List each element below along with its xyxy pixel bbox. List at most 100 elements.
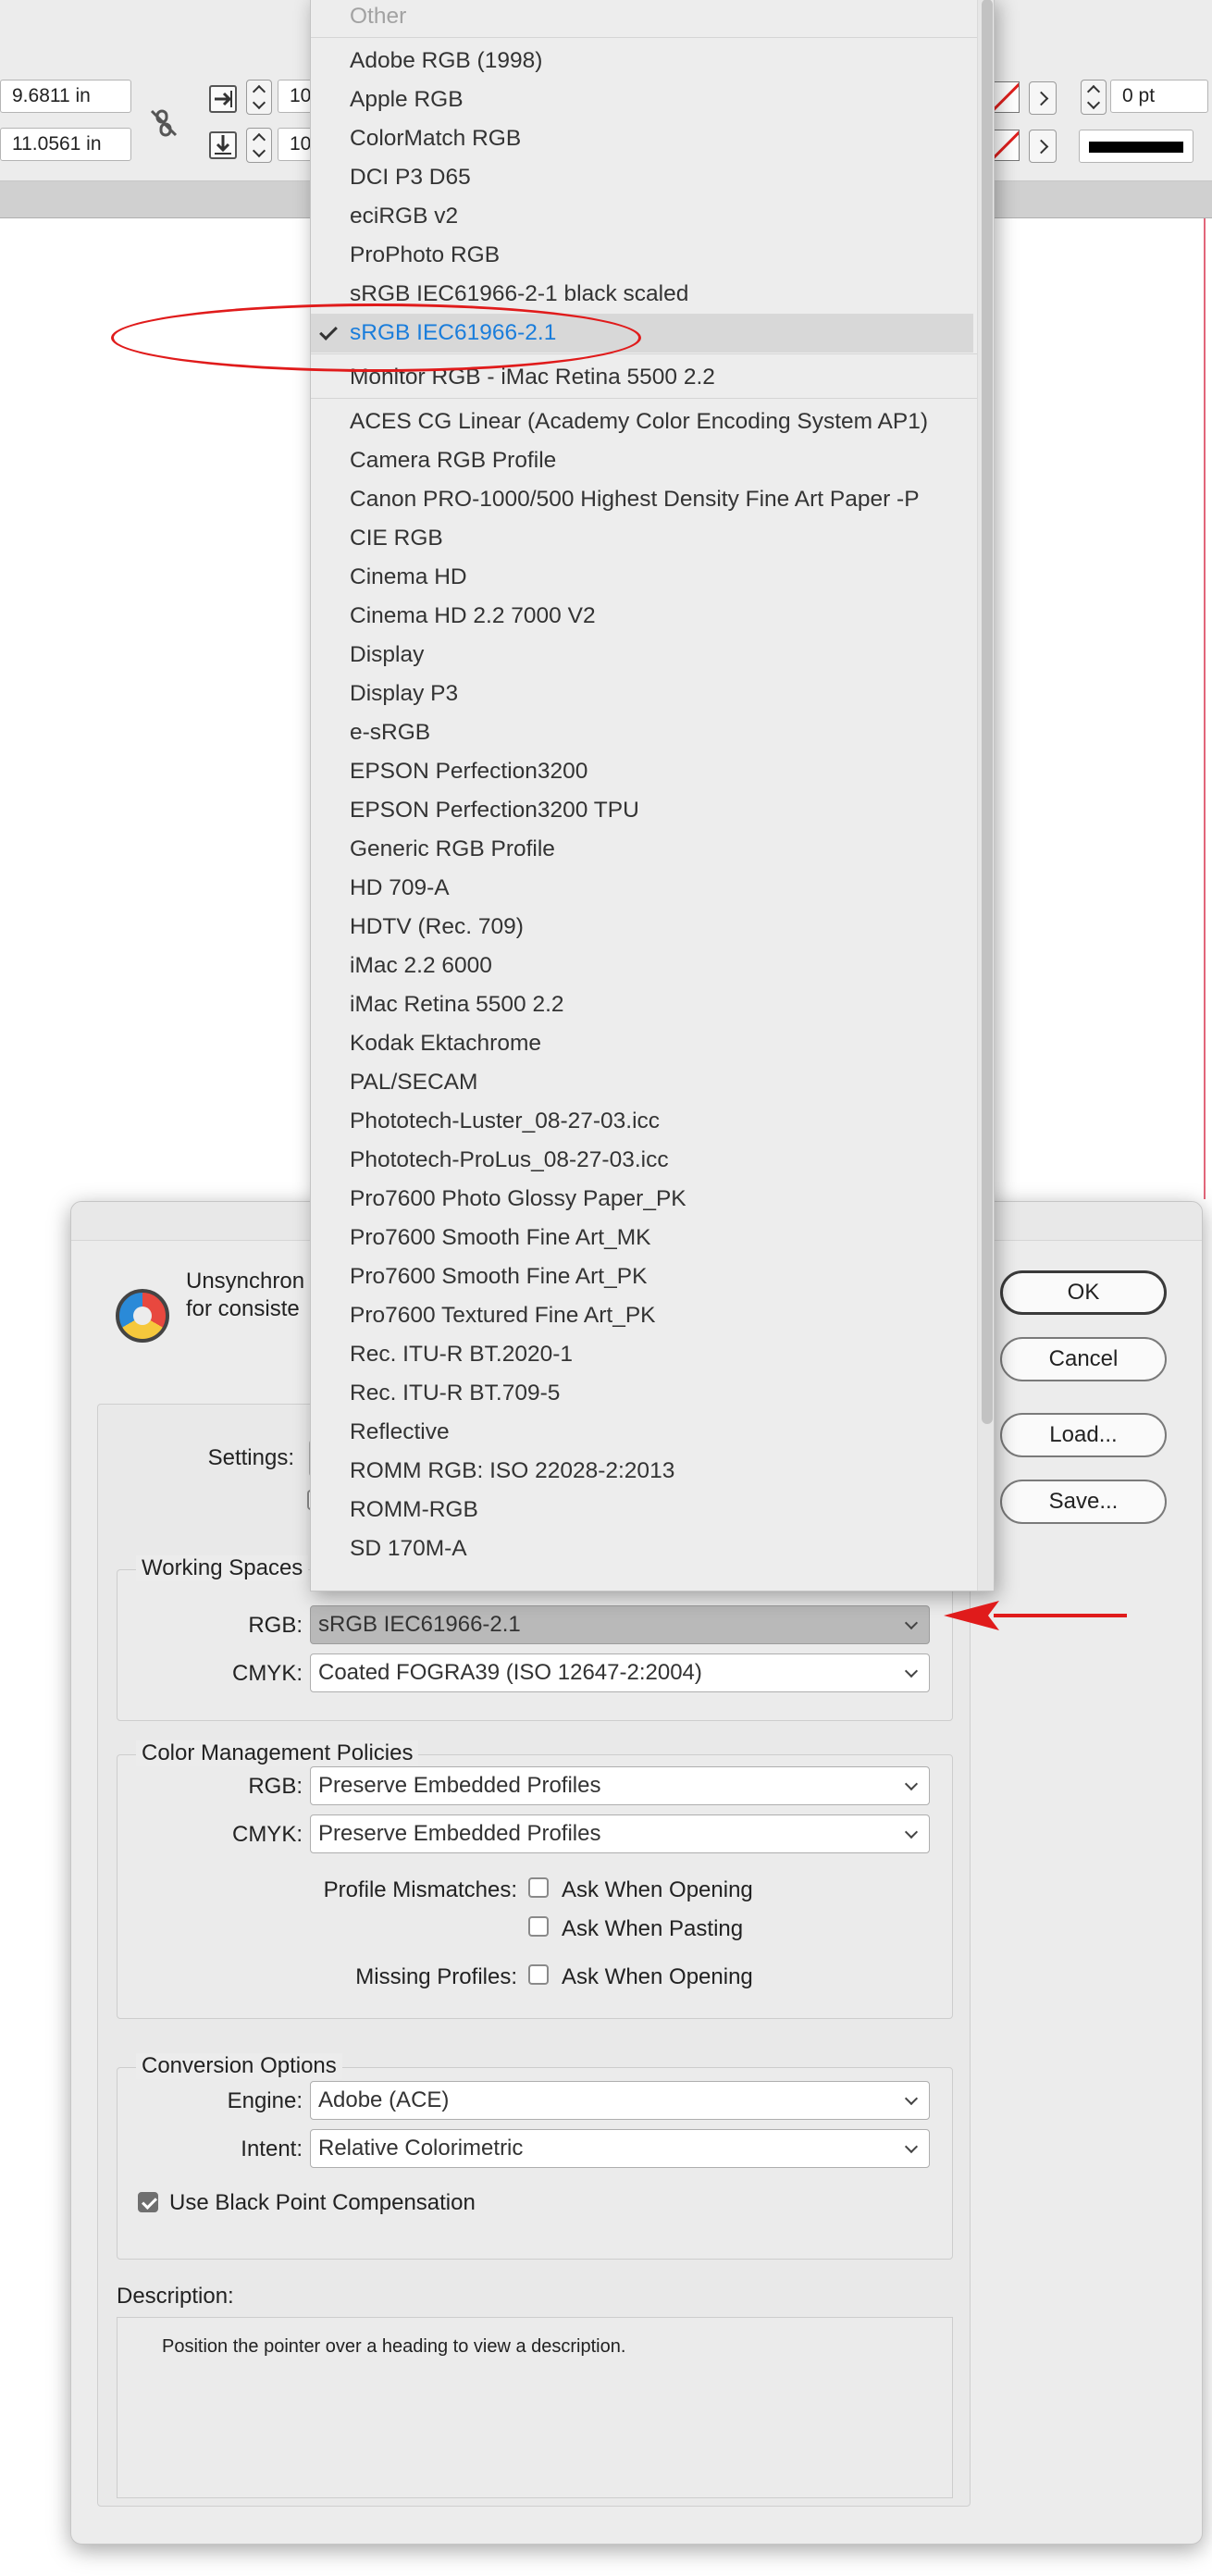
chevron-down-icon [904, 1777, 919, 1791]
menu-item[interactable]: Cinema HD 2.2 7000 V2 [311, 597, 973, 636]
menu-item[interactable]: Reflective [311, 1413, 973, 1452]
menu-item[interactable]: ProPhoto RGB [311, 236, 973, 275]
ws-rgb-value: sRGB IEC61966-2.1 [318, 1612, 521, 1637]
width-field[interactable]: 9.6811 in [0, 80, 131, 113]
menu-item[interactable]: HDTV (Rec. 709) [311, 908, 973, 947]
engine-value: Adobe (ACE) [318, 2087, 450, 2112]
ask-pasting-label: Ask When Pasting [562, 1916, 744, 1941]
highlight-ellipse [111, 303, 641, 372]
menu-separator [311, 37, 977, 38]
intent-value: Relative Colorimetric [318, 2136, 524, 2161]
menu-item[interactable]: Phototech-ProLus_08-27-03.icc [311, 1141, 973, 1180]
menu-item[interactable]: Phototech-Luster_08-27-03.icc [311, 1102, 973, 1141]
color-settings-logo-icon [116, 1289, 169, 1343]
fill-menu-arrow[interactable] [1029, 81, 1057, 115]
menu-item[interactable]: ColorMatch RGB [311, 119, 973, 158]
page-guide-line [1204, 218, 1206, 1199]
menu-item[interactable]: EPSON Perfection3200 [311, 752, 973, 791]
menu-item[interactable]: Pro7600 Smooth Fine Art_MK [311, 1219, 973, 1257]
menu-item[interactable]: CIE RGB [311, 519, 973, 558]
working-spaces-group: Working Spaces RGB: sRGB IEC61966-2.1 CM… [117, 1555, 953, 1721]
menu-item[interactable]: Pro7600 Textured Fine Art_PK [311, 1296, 973, 1335]
menu-item[interactable]: Camera RGB Profile [311, 441, 973, 480]
transform-y-icon[interactable] [209, 131, 237, 159]
settings-label: Settings: [207, 1445, 294, 1470]
menu-scrollbar[interactable] [977, 0, 994, 1591]
intent-select[interactable]: Relative Colorimetric [310, 2129, 930, 2168]
height-field[interactable]: 11.0561 in [0, 128, 131, 161]
cancel-button[interactable]: Cancel [1000, 1337, 1167, 1381]
ws-cmyk-value: Coated FOGRA39 (ISO 12647-2:2004) [318, 1660, 702, 1685]
menu-item[interactable]: SD 170M-A [311, 1530, 973, 1568]
engine-select[interactable]: Adobe (ACE) [310, 2081, 930, 2120]
save-button[interactable]: Save... [1000, 1480, 1167, 1524]
policy-rgb-value: Preserve Embedded Profiles [318, 1773, 601, 1798]
stroke-weight-field[interactable]: 0 pt [1110, 80, 1208, 113]
conversion-title: Conversion Options [136, 2053, 342, 2079]
ok-button[interactable]: OK [1000, 1270, 1167, 1315]
constrain-proportions-icon[interactable] [148, 107, 179, 139]
stroke-menu-arrow[interactable] [1029, 130, 1057, 163]
menu-item[interactable]: Cinema HD [311, 558, 973, 597]
menu-item[interactable]: Generic RGB Profile [311, 830, 973, 869]
policies-group: Color Management Policies RGB: Preserve … [117, 1740, 953, 2019]
stepper-top[interactable] [246, 80, 272, 115]
policy-cmyk-label: CMYK: [231, 1822, 303, 1847]
menu-item[interactable]: Display P3 [311, 675, 973, 713]
menu-item[interactable]: ROMM RGB: ISO 22028-2:2013 [311, 1452, 973, 1491]
pointer-arrow-icon [944, 1601, 1127, 1630]
policies-title: Color Management Policies [136, 1740, 419, 1766]
load-button[interactable]: Load... [1000, 1413, 1167, 1457]
ws-cmyk-select[interactable]: Coated FOGRA39 (ISO 12647-2:2004) [310, 1653, 930, 1692]
profile-mismatches-label: Profile Mismatches: [323, 1877, 517, 1902]
stepper-bottom[interactable] [246, 128, 272, 163]
menu-item[interactable]: Pro7600 Photo Glossy Paper_PK [311, 1180, 973, 1219]
menu-scroll-thumb[interactable] [982, 0, 993, 1424]
sync-message-line2: for consiste [186, 1296, 300, 1321]
policy-rgb-select[interactable]: Preserve Embedded Profiles [310, 1766, 930, 1805]
transform-x-icon[interactable] [209, 85, 237, 113]
menu-item[interactable]: ACES CG Linear (Academy Color Encoding S… [311, 402, 973, 441]
black-point-checkbox[interactable] [138, 2192, 158, 2212]
menu-item[interactable]: Pro7600 Smooth Fine Art_PK [311, 1257, 973, 1296]
chevron-down-icon [904, 2091, 919, 2106]
description-label: Description: [117, 2284, 234, 2309]
conversion-group: Conversion Options Engine: Adobe (ACE) I… [117, 2053, 953, 2260]
ws-rgb-select[interactable]: sRGB IEC61966-2.1 [310, 1605, 930, 1644]
menu-item[interactable]: Rec. ITU-R BT.709-5 [311, 1374, 973, 1413]
menu-item[interactable]: Canon PRO-1000/500 Highest Density Fine … [311, 480, 973, 519]
menu-item[interactable]: Kodak Ektachrome [311, 1024, 973, 1063]
menu-item[interactable]: Apple RGB [311, 80, 973, 119]
rgb-profile-menu: Other Adobe RGB (1998) Apple RGB ColorMatch… [310, 0, 995, 1591]
description-text: Position the pointer over a heading to v… [162, 2336, 626, 2357]
menu-header-other: Other [350, 4, 407, 29]
menu-item[interactable]: DCI P3 D65 [311, 158, 973, 197]
intent-label: Intent: [241, 2136, 303, 2161]
stroke-weight-stepper[interactable] [1081, 80, 1107, 115]
ask-opening-label: Ask When Opening [562, 1877, 753, 1902]
missing-ask-opening-checkbox[interactable] [528, 1964, 549, 1985]
missing-profiles-label: Missing Profiles: [355, 1964, 517, 1989]
ask-opening-checkbox[interactable] [528, 1877, 549, 1898]
policy-rgb-label: RGB: [248, 1774, 303, 1799]
policy-cmyk-select[interactable]: Preserve Embedded Profiles [310, 1814, 930, 1853]
menu-item[interactable]: iMac Retina 5500 2.2 [311, 985, 973, 1024]
ws-rgb-label: RGB: [248, 1613, 303, 1638]
black-point-label: Use Black Point Compensation [169, 2190, 476, 2215]
menu-item[interactable]: ROMM-RGB [311, 1491, 973, 1530]
stroke-type-selector[interactable] [1079, 130, 1193, 163]
menu-item[interactable]: Rec. ITU-R BT.2020-1 [311, 1335, 973, 1374]
menu-item[interactable]: Adobe RGB (1998) [311, 42, 973, 80]
menu-item[interactable]: PAL/SECAM [311, 1063, 973, 1102]
menu-item[interactable]: HD 709-A [311, 869, 973, 908]
engine-label: Engine: [227, 2088, 303, 2113]
menu-item[interactable]: e-sRGB [311, 713, 973, 752]
policy-cmyk-value: Preserve Embedded Profiles [318, 1821, 601, 1846]
chevron-down-icon [904, 2139, 919, 2154]
menu-item[interactable]: eciRGB v2 [311, 197, 973, 236]
ask-pasting-checkbox[interactable] [528, 1916, 549, 1937]
menu-item[interactable]: EPSON Perfection3200 TPU [311, 791, 973, 830]
sync-message-line1: Unsynchron [186, 1269, 305, 1294]
menu-item[interactable]: Display [311, 636, 973, 675]
menu-item[interactable]: iMac 2.2 6000 [311, 947, 973, 985]
